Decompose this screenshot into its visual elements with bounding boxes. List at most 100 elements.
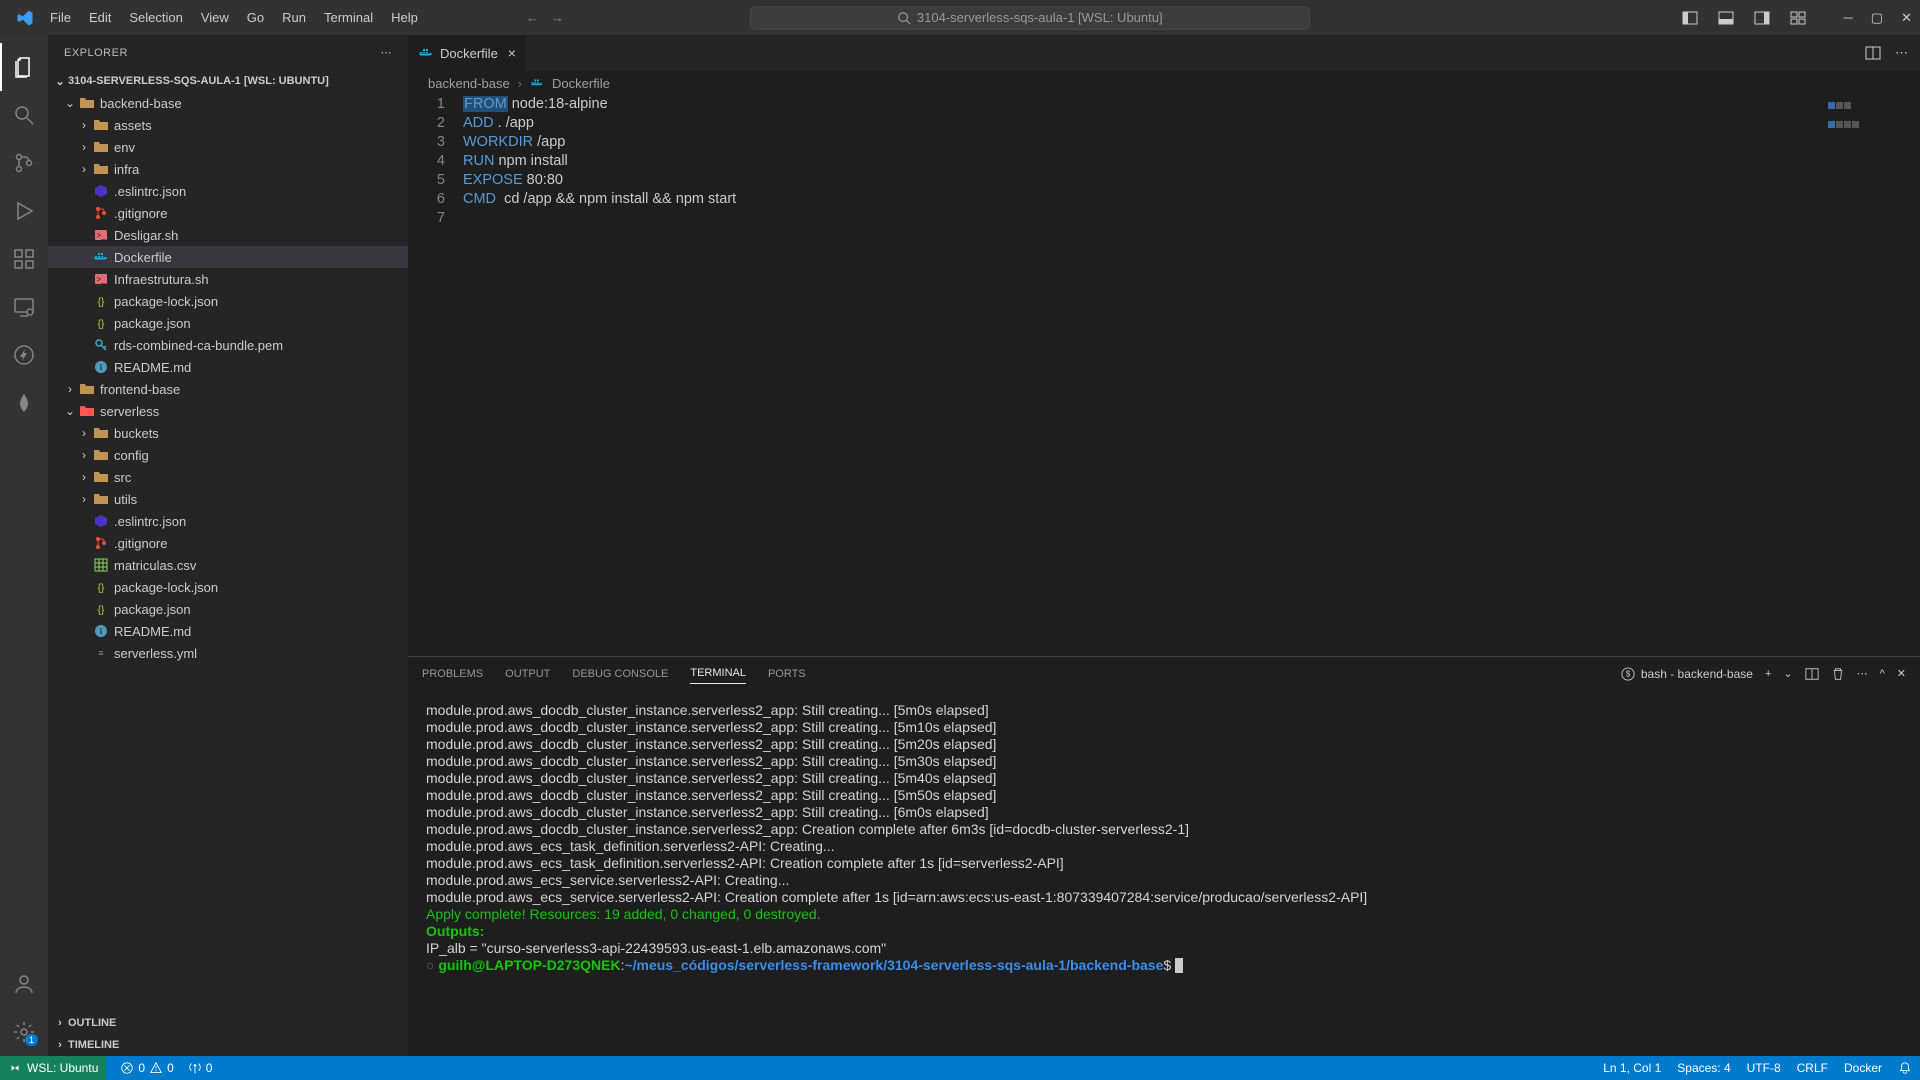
status-encoding[interactable]: UTF-8 bbox=[1747, 1061, 1781, 1075]
tab-label: Dockerfile bbox=[440, 46, 498, 61]
chevron-right-icon: › bbox=[76, 470, 92, 484]
tree-file[interactable]: .eslintrc.json bbox=[48, 510, 408, 532]
status-problems[interactable]: 0 0 bbox=[120, 1061, 173, 1075]
tree-folder[interactable]: ⌄backend-base bbox=[48, 92, 408, 114]
tree-folder[interactable]: ›assets bbox=[48, 114, 408, 136]
tree-file[interactable]: .gitignore bbox=[48, 202, 408, 224]
breadcrumb[interactable]: backend-base › Dockerfile bbox=[408, 71, 1920, 95]
panel-tab-problems[interactable]: PROBLEMS bbox=[422, 664, 483, 684]
status-language[interactable]: Docker bbox=[1844, 1061, 1882, 1075]
menu-selection[interactable]: Selection bbox=[121, 6, 190, 29]
menu-terminal[interactable]: Terminal bbox=[316, 6, 381, 29]
menu-view[interactable]: View bbox=[193, 6, 237, 29]
tree-folder[interactable]: ›buckets bbox=[48, 422, 408, 444]
tree-file[interactable]: iREADME.md bbox=[48, 620, 408, 642]
sidebar-more-icon[interactable]: ⋯ bbox=[381, 46, 393, 59]
status-spaces[interactable]: Spaces: 4 bbox=[1677, 1061, 1730, 1075]
status-eol[interactable]: CRLF bbox=[1797, 1061, 1828, 1075]
layout-left-icon[interactable] bbox=[1682, 10, 1698, 26]
outline-header[interactable]: › OUTLINE bbox=[48, 1012, 408, 1034]
split-editor-icon[interactable] bbox=[1865, 45, 1881, 61]
breadcrumb-segment[interactable]: Dockerfile bbox=[552, 76, 610, 91]
close-icon[interactable]: ✕ bbox=[1901, 10, 1912, 26]
status-cursor[interactable]: Ln 1, Col 1 bbox=[1603, 1061, 1661, 1075]
tree-folder[interactable]: ›src bbox=[48, 466, 408, 488]
terminal-output[interactable]: module.prod.aws_docdb_cluster_instance.s… bbox=[408, 690, 1920, 1056]
activity-account[interactable] bbox=[0, 960, 48, 1008]
tree-label: .gitignore bbox=[114, 206, 167, 221]
tree-folder[interactable]: ›frontend-base bbox=[48, 378, 408, 400]
tree-file[interactable]: Dockerfile bbox=[48, 246, 408, 268]
nav-back-icon[interactable]: ← bbox=[526, 10, 539, 25]
activity-debug[interactable] bbox=[0, 187, 48, 235]
workspace-header[interactable]: ⌄ 3104-SERVERLESS-SQS-AULA-1 [WSL: UBUNT… bbox=[48, 70, 408, 92]
tree-folder[interactable]: ⌄serverless bbox=[48, 400, 408, 422]
command-center[interactable]: 3104-serverless-sqs-aula-1 [WSL: Ubuntu] bbox=[750, 6, 1310, 30]
tree-folder[interactable]: ›infra bbox=[48, 158, 408, 180]
activity-settings[interactable]: 1 bbox=[0, 1008, 48, 1056]
breadcrumb-segment[interactable]: backend-base bbox=[428, 76, 510, 91]
panel-more-icon[interactable]: ⋯ bbox=[1857, 667, 1868, 680]
tab-close-icon[interactable]: × bbox=[508, 45, 516, 61]
activity-explorer[interactable] bbox=[0, 43, 48, 91]
tree-label: Infraestrutura.sh bbox=[114, 272, 209, 287]
menu-edit[interactable]: Edit bbox=[81, 6, 119, 29]
panel-tab-terminal[interactable]: TERMINAL bbox=[690, 663, 746, 684]
tree-folder[interactable]: ›env bbox=[48, 136, 408, 158]
new-terminal-icon[interactable]: + bbox=[1765, 668, 1771, 680]
split-terminal-icon[interactable] bbox=[1805, 667, 1819, 681]
close-panel-icon[interactable]: ✕ bbox=[1897, 667, 1906, 680]
kill-terminal-icon[interactable] bbox=[1831, 667, 1845, 681]
nav-forward-icon[interactable]: → bbox=[551, 10, 564, 25]
activity-extensions[interactable] bbox=[0, 235, 48, 283]
tree-file[interactable]: {}package-lock.json bbox=[48, 576, 408, 598]
menu-help[interactable]: Help bbox=[383, 6, 426, 29]
activity-thunder[interactable] bbox=[0, 331, 48, 379]
tree-folder[interactable]: ›utils bbox=[48, 488, 408, 510]
maximize-panel-icon[interactable]: ^ bbox=[1880, 668, 1885, 680]
more-actions-icon[interactable]: ⋯ bbox=[1895, 45, 1908, 61]
tree-file[interactable]: >_Desligar.sh bbox=[48, 224, 408, 246]
tree-file[interactable]: matriculas.csv bbox=[48, 554, 408, 576]
panel-tab-debug-console[interactable]: DEBUG CONSOLE bbox=[572, 664, 668, 684]
tree-folder[interactable]: ›config bbox=[48, 444, 408, 466]
tree-file[interactable]: >_Infraestrutura.sh bbox=[48, 268, 408, 290]
minimize-icon[interactable]: ─ bbox=[1844, 10, 1853, 26]
code-editor[interactable]: 1234567 FROM node:18-alpineADD . /appWOR… bbox=[408, 95, 1920, 656]
layout-right-icon[interactable] bbox=[1754, 10, 1770, 26]
tree-file[interactable]: rds-combined-ca-bundle.pem bbox=[48, 334, 408, 356]
status-ports[interactable]: 0 bbox=[188, 1061, 213, 1075]
maximize-icon[interactable]: ▢ bbox=[1871, 10, 1883, 26]
customize-layout-icon[interactable] bbox=[1790, 10, 1806, 26]
tree-file[interactable]: {}package.json bbox=[48, 312, 408, 334]
activity-search[interactable] bbox=[0, 91, 48, 139]
terminal-dropdown-icon[interactable]: ⌄ bbox=[1783, 667, 1792, 680]
tree-file[interactable]: iREADME.md bbox=[48, 356, 408, 378]
tree-label: config bbox=[114, 448, 149, 463]
md-icon: i bbox=[92, 623, 110, 639]
panel-tab-output[interactable]: OUTPUT bbox=[505, 664, 550, 684]
tab-dockerfile[interactable]: Dockerfile × bbox=[408, 35, 527, 71]
settings-badge: 1 bbox=[25, 1034, 38, 1046]
menu-file[interactable]: File bbox=[42, 6, 79, 29]
panel-tab-ports[interactable]: PORTS bbox=[768, 664, 806, 684]
minimap[interactable] bbox=[1828, 97, 1918, 111]
svg-text:i: i bbox=[100, 627, 102, 636]
menu-run[interactable]: Run bbox=[274, 6, 314, 29]
activity-mongo[interactable] bbox=[0, 379, 48, 427]
remote-indicator[interactable]: WSL: Ubuntu bbox=[0, 1056, 106, 1080]
tree-file[interactable]: ≡serverless.yml bbox=[48, 642, 408, 664]
code-content[interactable]: FROM node:18-alpineADD . /appWORKDIR /ap… bbox=[463, 95, 1920, 656]
layout-bottom-icon[interactable] bbox=[1718, 10, 1734, 26]
tree-file[interactable]: .eslintrc.json bbox=[48, 180, 408, 202]
activity-scm[interactable] bbox=[0, 139, 48, 187]
activity-remote[interactable] bbox=[0, 283, 48, 331]
tree-file[interactable]: .gitignore bbox=[48, 532, 408, 554]
timeline-header[interactable]: › TIMELINE bbox=[48, 1034, 408, 1056]
status-notifications[interactable] bbox=[1898, 1061, 1912, 1075]
menu-go[interactable]: Go bbox=[239, 6, 272, 29]
tree-file[interactable]: {}package-lock.json bbox=[48, 290, 408, 312]
tree-file[interactable]: {}package.json bbox=[48, 598, 408, 620]
tree-label: .gitignore bbox=[114, 536, 167, 551]
terminal-label[interactable]: $ bash - backend-base bbox=[1621, 667, 1753, 681]
